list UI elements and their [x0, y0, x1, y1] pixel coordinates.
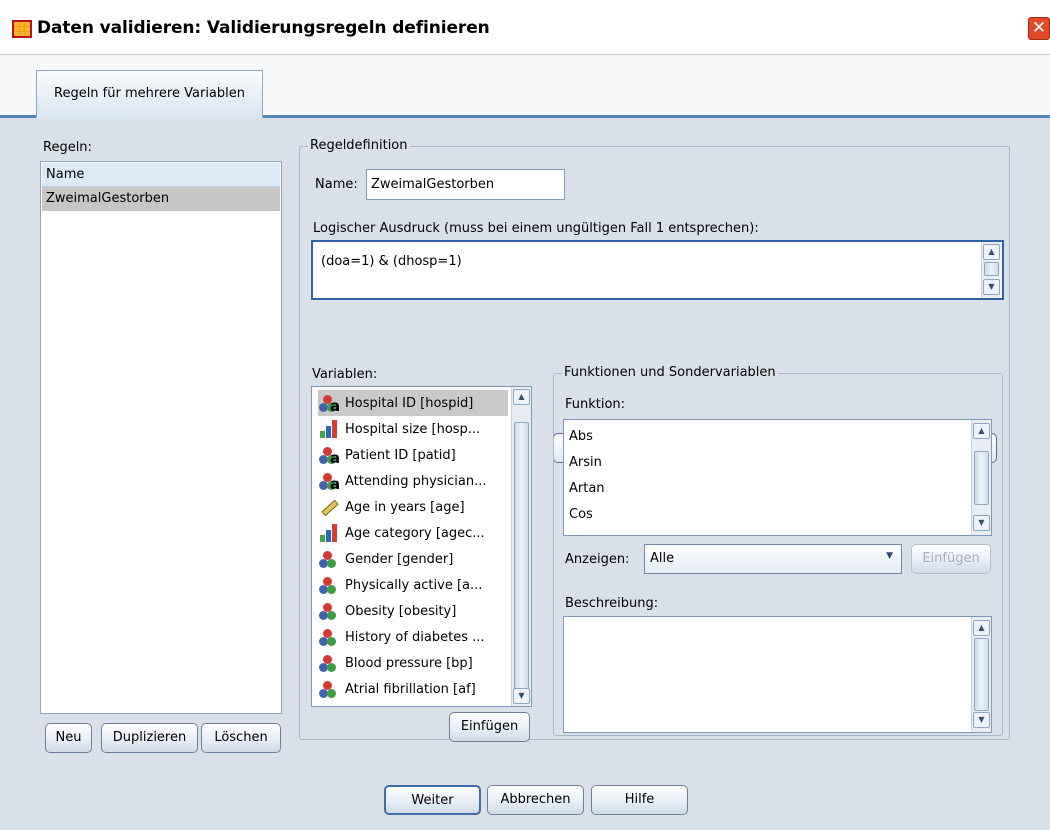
variables-scrollbar[interactable]: ▲ ▼: [511, 387, 531, 706]
expression-label: Logischer Ausdruck (muss bei einem ungül…: [313, 221, 759, 236]
nominal-icon: [318, 626, 340, 648]
variables-label: Variablen:: [312, 367, 378, 382]
chevron-down-icon[interactable]: ▼: [886, 551, 893, 561]
close-icon[interactable]: ✕: [1028, 17, 1050, 40]
cancel-button[interactable]: Abbrechen: [487, 785, 584, 815]
expression-field[interactable]: (doa=1) & (dhosp=1): [311, 240, 1004, 300]
rules-list[interactable]: Name ZweimalGestorben: [40, 161, 282, 714]
scroll-up-icon[interactable]: ▲: [983, 244, 1000, 260]
title-bar: Daten validieren: Validierungsregeln def…: [0, 0, 1050, 55]
description-scrollbar[interactable]: ▲ ▼: [971, 617, 991, 732]
functions-insert-button[interactable]: Einfügen: [911, 544, 991, 574]
delete-rule-button[interactable]: Löschen: [201, 723, 281, 753]
variable-item[interactable]: Obesity [obesity]: [318, 598, 456, 624]
show-filter-value: Alle: [650, 551, 675, 566]
variable-item[interactable]: Age in years [age]: [318, 494, 465, 520]
scroll-down-icon[interactable]: ▼: [513, 688, 530, 704]
description-area: ▲ ▼: [563, 616, 992, 733]
tab-multi-variable-rules[interactable]: Regeln für mehrere Variablen: [36, 70, 263, 118]
nominal-string-icon: a: [318, 444, 340, 466]
show-label: Anzeigen:: [565, 552, 630, 567]
function-item[interactable]: Cos: [565, 503, 593, 527]
new-rule-button[interactable]: Neu: [45, 723, 92, 753]
rule-name-field[interactable]: ZweimalGestorben: [366, 169, 565, 200]
show-filter-select[interactable]: Alle ▼: [644, 544, 902, 574]
functions-legend: Funktionen und Sondervariablen: [562, 365, 778, 380]
variable-item[interactable]: History of diabetes ...: [318, 624, 485, 650]
rule-zweimal-gestorben[interactable]: ZweimalGestorben: [42, 187, 280, 211]
nominal-string-icon: a: [318, 392, 340, 414]
window-title: Daten validieren: Validierungsregeln def…: [37, 18, 490, 38]
function-item[interactable]: Arsin: [565, 451, 602, 475]
function-label: Funktion:: [565, 397, 626, 412]
duplicate-rule-button[interactable]: Duplizieren: [101, 723, 198, 753]
dialog-content: Regeln: Name ZweimalGestorben Neu Dupliz…: [20, 121, 1050, 830]
description-label: Beschreibung:: [565, 596, 659, 611]
scroll-up-icon[interactable]: ▲: [973, 620, 990, 636]
expression-scrollbar[interactable]: ▲ ▼: [981, 242, 1001, 298]
help-button[interactable]: Hilfe: [591, 785, 688, 815]
scroll-thumb[interactable]: [984, 262, 999, 276]
continue-button[interactable]: Weiter: [384, 785, 481, 815]
scroll-thumb[interactable]: [974, 638, 989, 711]
variable-item[interactable]: Physically active [a...: [318, 572, 482, 598]
rules-column-header[interactable]: Name: [42, 163, 280, 187]
nominal-icon: [318, 678, 340, 700]
scroll-thumb[interactable]: [514, 422, 529, 692]
function-item[interactable]: Artan: [565, 477, 605, 501]
ordinal-icon: [318, 522, 340, 544]
variable-item[interactable]: a Attending physician...: [318, 468, 487, 494]
scroll-up-icon[interactable]: ▲: [513, 389, 530, 405]
nominal-string-icon: a: [318, 470, 340, 492]
scroll-down-icon[interactable]: ▼: [973, 712, 990, 728]
rule-definition-legend: Regeldefinition: [308, 138, 410, 153]
scroll-up-icon[interactable]: ▲: [973, 423, 990, 439]
nominal-icon: [318, 574, 340, 596]
variables-list[interactable]: a Hospital ID [hospid] Hospital size [hos…: [311, 386, 532, 707]
functions-list[interactable]: Abs Arsin Artan Cos ▲ ▼: [563, 419, 992, 536]
name-label: Name:: [315, 177, 358, 192]
rules-label: Regeln:: [43, 140, 92, 155]
nominal-icon: [318, 600, 340, 622]
variable-item[interactable]: Atrial fibrillation [af]: [318, 676, 476, 702]
scale-ruler-icon: [318, 496, 340, 518]
variables-insert-button[interactable]: Einfügen: [449, 712, 530, 742]
scroll-down-icon[interactable]: ▼: [983, 279, 1000, 295]
function-item[interactable]: Abs: [565, 425, 593, 449]
variable-item[interactable]: Blood pressure [bp]: [318, 650, 473, 676]
ordinal-icon: [318, 418, 340, 440]
variable-item[interactable]: Age category [agec...: [318, 520, 485, 546]
scroll-down-icon[interactable]: ▼: [973, 515, 990, 531]
variable-item[interactable]: a Patient ID [patid]: [318, 442, 456, 468]
functions-scrollbar[interactable]: ▲ ▼: [971, 420, 991, 535]
nominal-icon: [318, 652, 340, 674]
scroll-thumb[interactable]: [974, 451, 989, 505]
nominal-icon: [318, 548, 340, 570]
variable-item[interactable]: a Hospital ID [hospid]: [318, 390, 508, 416]
data-editor-icon: [12, 20, 32, 38]
variable-item[interactable]: Gender [gender]: [318, 546, 453, 572]
variable-item[interactable]: Hospital size [hosp...: [318, 416, 480, 442]
